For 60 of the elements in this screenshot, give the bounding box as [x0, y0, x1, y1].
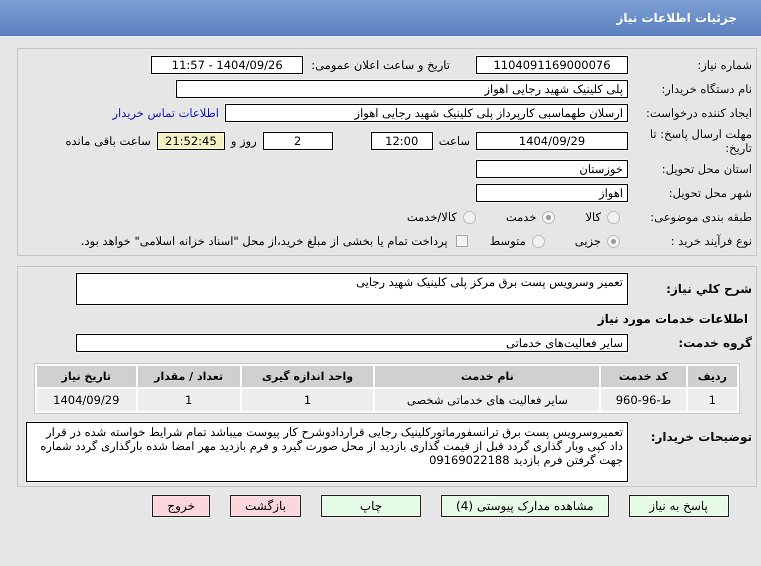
- checkbox-label: پرداخت تمام یا بخشی از مبلغ خرید،از محل "اسناد خزانه اسلامی" خواهد بود.: [80, 234, 448, 248]
- radio-label: متوسط: [490, 234, 526, 248]
- field-label: طبقه بندی موضوعی:: [649, 210, 752, 224]
- field-label: شرح کلي نياز:: [665, 282, 752, 296]
- table-cell: 1: [138, 389, 240, 411]
- action-button[interactable]: خروج: [152, 495, 210, 517]
- remaining-time-field: 21:52:45: [156, 132, 225, 150]
- radio-button[interactable]: [607, 234, 620, 248]
- buyer-contact-link[interactable]: اطلاعات تماس خریدار: [112, 106, 219, 120]
- action-button[interactable]: پاسخ به نیاز: [628, 495, 729, 517]
- action-button[interactable]: چاپ: [321, 495, 421, 517]
- table-cell: 1: [242, 389, 374, 411]
- field-label: نوع فرآیند خرید :: [670, 234, 752, 248]
- table-cell: 1404/09/29: [37, 389, 136, 411]
- radio-button[interactable]: [607, 210, 620, 224]
- description-field: تعمیر وسرویس پست برق مرکز پلی کلینیک شهید رجایی: [76, 273, 628, 305]
- radio-label: کالا: [585, 210, 601, 224]
- table-cell: ط-96-960: [601, 389, 686, 411]
- radio-label: کالا/خدمت: [406, 210, 457, 224]
- province-field: خوزستان: [476, 160, 628, 178]
- days-field: 2: [262, 132, 333, 150]
- buyer-field: پلی کلینیک شهید رجایی اهواز: [176, 80, 628, 98]
- field-label: ایجاد کننده درخواست:: [645, 106, 752, 120]
- announce-date-field: 1404/09/26 - 11:57: [151, 56, 304, 74]
- field-label: توضیحات خریدار:: [650, 430, 752, 444]
- checkbox[interactable]: [456, 235, 468, 247]
- column-header: تاریخ نیاز: [37, 366, 136, 387]
- column-header: کد خدمت: [601, 366, 686, 387]
- action-button[interactable]: بازگشت: [230, 495, 301, 517]
- field-label: شهر محل تحویل:: [668, 186, 752, 200]
- field-label: گروه خدمت:: [677, 336, 752, 350]
- field-label: مهلت ارسال پاسخ: تا تاریخ:: [648, 127, 752, 155]
- deadline-time-field: 12:00: [370, 132, 433, 150]
- field-label: تاریخ و ساعت اعلان عمومی:: [311, 58, 450, 72]
- column-header: واحد اندازه گیری: [242, 366, 374, 387]
- radio-button[interactable]: [462, 210, 476, 224]
- radio-label: خدمت: [506, 210, 536, 224]
- column-header: تعداد / مقدار: [138, 366, 240, 387]
- radio-label: جزیی: [574, 234, 601, 248]
- remaining-label: ساعت باقی مانده: [66, 134, 151, 148]
- field-label: شماره نیاز:: [696, 58, 752, 72]
- action-button[interactable]: مشاهده مدارک پیوستی (4): [441, 495, 609, 517]
- creator-field: ارسلان طهماسبی کارپرداز پلی کلینیک شهید رجایی اهواز: [225, 104, 628, 122]
- radio-button[interactable]: [542, 210, 556, 224]
- time-label: ساعت: [438, 134, 470, 148]
- column-header: نام خدمت: [375, 366, 600, 387]
- service-group-field: سایر فعالیت‌های خدماتی: [76, 334, 628, 352]
- field-label: نام دستگاه خریدار:: [660, 82, 752, 96]
- page-title: جزئیات اطلاعات نیاز: [616, 11, 737, 25]
- need-number-field: 1104091169000076: [476, 56, 628, 74]
- radio-button[interactable]: [532, 234, 545, 248]
- days-label: روز و: [230, 134, 257, 148]
- city-field: اهواز: [476, 184, 628, 202]
- table-cell: 1: [688, 389, 737, 411]
- buyer-notes-field: تعمیروسرویس پست برق ترانسفورماتورکلینیک رجایی قراردادوشرح کار پیوست میباشد تمام شرایط خواسته شده در قرار داد کپی وبار گذاری گردد قبل از قیمت گذاری بازدید از محل صورت گیرد و فرم بازدید مهر امضا شده بارگذاری گردد شماره جهت گرفتن فرم بازدید 09169022188: [26, 422, 628, 482]
- deadline-date-field: 1404/09/29: [476, 132, 628, 150]
- column-header: ردیف: [688, 366, 737, 387]
- field-label: استان محل تحویل:: [660, 162, 752, 176]
- table-cell: سایر فعالیت های خدماتی شخصی: [375, 389, 600, 411]
- section-title: اطلاعات خدمات مورد نیاز: [598, 312, 748, 326]
